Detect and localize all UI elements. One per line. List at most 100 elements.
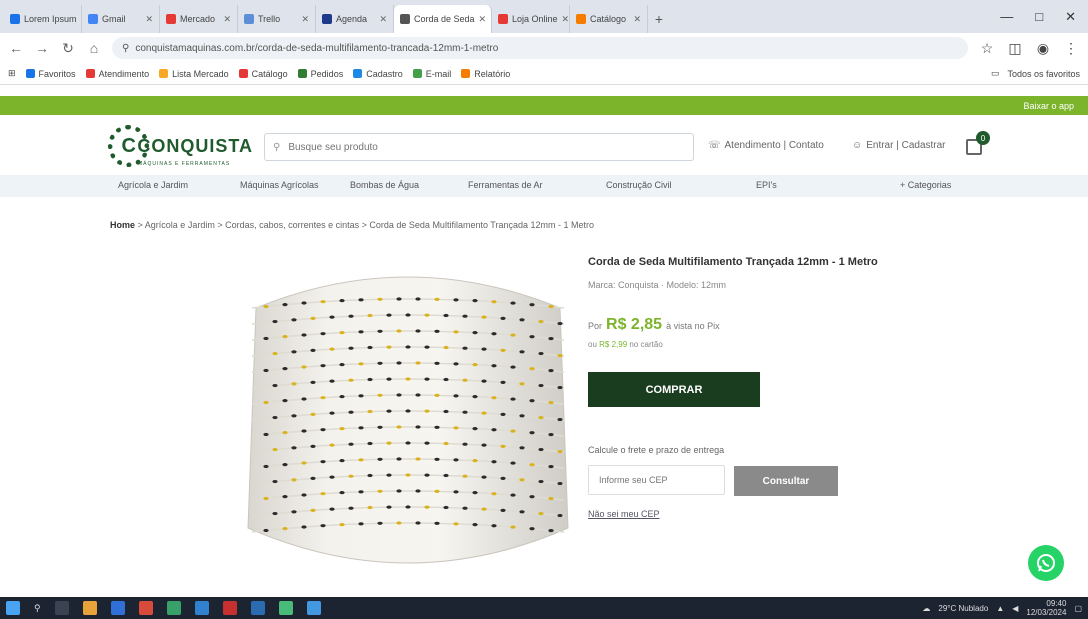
rope-fleck xyxy=(358,522,364,526)
url-field[interactable]: ⚲ conquistamaquinas.com.br/corda-de-seda… xyxy=(112,37,968,59)
support-link[interactable]: ☏ Atendimento | Contato xyxy=(708,140,824,151)
bookmark-item[interactable]: E-mail xyxy=(412,69,451,79)
rope-fleck xyxy=(386,313,392,317)
bookmark-item[interactable]: Atendimento xyxy=(85,69,149,79)
tab-close-icon[interactable]: ✕ xyxy=(145,14,153,25)
browser-tab[interactable]: Mercado ✕ xyxy=(160,5,238,33)
taskbar-search-icon[interactable]: ⚲ xyxy=(34,603,41,614)
rope-fleck xyxy=(263,336,269,341)
windows-start-icon[interactable] xyxy=(6,601,20,615)
new-tab-button[interactable]: + xyxy=(648,5,670,33)
star-icon[interactable]: ☆ xyxy=(978,40,996,57)
cart-button[interactable]: 0 xyxy=(962,131,990,159)
rope-fleck xyxy=(500,348,506,352)
apps-icon[interactable]: ⊞ xyxy=(8,68,16,79)
task-view-icon[interactable] xyxy=(54,601,69,615)
notifications-icon[interactable]: ▢ xyxy=(1074,604,1082,613)
minimize-icon[interactable]: — xyxy=(1000,9,1013,24)
extensions-icon[interactable]: ◫ xyxy=(1006,40,1024,57)
back-icon[interactable]: ← xyxy=(8,40,24,56)
home-icon[interactable]: ⌂ xyxy=(86,40,102,56)
rope-fleck xyxy=(320,364,326,368)
taskbar-app-icon[interactable] xyxy=(250,601,265,615)
rope-fleck xyxy=(329,379,335,383)
tab-close-icon[interactable]: ✕ xyxy=(562,14,569,25)
taskbar-app-icon[interactable] xyxy=(138,601,153,615)
rope-fleck xyxy=(282,526,288,531)
bookmark-item[interactable]: Pedidos xyxy=(297,69,343,79)
rope-fleck xyxy=(519,318,525,322)
category-nav-item[interactable]: + Categorias xyxy=(900,180,951,190)
menu-icon[interactable]: ⋮ xyxy=(1062,40,1080,57)
login-link[interactable]: ☺ Entrar | Cadastrar xyxy=(852,140,946,151)
category-nav-item[interactable]: Ferramentas de Ar xyxy=(468,180,543,190)
taskbar-app-icon[interactable] xyxy=(222,601,237,615)
profile-icon[interactable]: ◉ xyxy=(1034,40,1052,57)
search-input[interactable] xyxy=(288,141,669,153)
category-nav-item[interactable]: EPI's xyxy=(756,180,777,190)
rope-fleck xyxy=(291,478,297,482)
rope-fleck xyxy=(510,525,516,529)
breadcrumb-home[interactable]: Home xyxy=(110,220,135,230)
rope-fleck xyxy=(557,513,563,518)
browser-tab[interactable]: Trello ✕ xyxy=(238,5,316,33)
tab-favicon-icon xyxy=(10,14,20,24)
rope-fleck xyxy=(301,525,307,529)
taskbar-app-icon[interactable] xyxy=(110,601,125,615)
consult-button[interactable]: Consultar xyxy=(734,466,838,496)
bookmark-item[interactable]: Favoritos xyxy=(25,69,76,79)
browser-tab[interactable]: Loja Online ✕ xyxy=(492,5,570,33)
site-logo[interactable]: C CONQUISTA MÁQUINAS E FERRAMENTAS xyxy=(108,125,253,167)
bookmark-favicon-icon xyxy=(353,69,363,78)
price-row: Por R$ 2,85 à vista no Pix xyxy=(588,316,720,334)
all-bookmarks[interactable]: ▭ Todos os favoritos xyxy=(991,68,1080,79)
rope-fleck xyxy=(453,522,459,526)
category-nav-item[interactable]: Agrícola e Jardim xyxy=(118,180,188,190)
bookmark-item[interactable]: Relatório xyxy=(461,69,510,79)
browser-tab[interactable]: Agenda ✕ xyxy=(316,5,394,33)
rope-fleck xyxy=(377,297,383,301)
rope-fleck xyxy=(377,361,383,365)
network-icon[interactable]: ▲ xyxy=(996,604,1004,613)
rope-fleck xyxy=(453,298,459,302)
taskbar-app-icon[interactable] xyxy=(166,601,181,615)
browser-tab[interactable]: Lorem Ipsum✕ xyxy=(4,5,82,33)
taskbar-app-icon[interactable] xyxy=(306,601,321,615)
topbar-link[interactable]: Baixar o app xyxy=(1023,101,1074,111)
taskbar-app-icon[interactable] xyxy=(278,601,293,615)
cep-input[interactable] xyxy=(588,465,725,495)
maximize-icon[interactable]: □ xyxy=(1035,9,1043,24)
tab-close-icon[interactable]: ✕ xyxy=(479,14,487,25)
close-window-icon[interactable]: ✕ xyxy=(1065,9,1076,25)
forward-icon[interactable]: → xyxy=(34,40,50,56)
browser-tab[interactable]: Gmail ✕ xyxy=(82,5,160,33)
rope-fleck xyxy=(339,331,345,335)
taskbar-app-icon[interactable] xyxy=(194,601,209,615)
category-nav-item[interactable]: Máquinas Agrícolas xyxy=(240,180,319,190)
whatsapp-button[interactable] xyxy=(1028,545,1064,581)
tab-close-icon[interactable]: ✕ xyxy=(223,14,231,25)
tab-close-icon[interactable]: ✕ xyxy=(379,14,387,25)
tab-close-icon[interactable]: ✕ xyxy=(633,14,641,25)
volume-icon[interactable]: ◀ xyxy=(1012,604,1018,613)
bookmark-item[interactable]: Lista Mercado xyxy=(159,69,229,79)
bookmark-item[interactable]: Cadastro xyxy=(353,69,403,79)
reload-icon[interactable]: ↻ xyxy=(60,40,76,57)
taskbar-app-icon[interactable] xyxy=(82,601,97,615)
browser-tab[interactable]: Corda de Seda ✕ xyxy=(394,5,492,33)
category-nav-item[interactable]: Bombas de Água xyxy=(350,180,419,190)
buy-button[interactable]: COMPRAR xyxy=(588,372,760,407)
category-nav-item[interactable]: Construção Civil xyxy=(606,180,672,190)
search-box[interactable]: ⚲ xyxy=(264,133,694,161)
breadcrumb-path[interactable]: > Agrícola e Jardim > Cordas, cabos, cor… xyxy=(138,220,594,230)
browser-tab[interactable]: Catálogo ✕ xyxy=(570,5,648,33)
site-info-icon[interactable]: ⚲ xyxy=(122,43,129,54)
rope-fleck xyxy=(510,493,516,497)
rope-fleck xyxy=(443,473,449,478)
bookmark-item[interactable]: Catálogo xyxy=(238,69,288,79)
rope-fleck xyxy=(301,333,307,337)
tab-close-icon[interactable]: ✕ xyxy=(301,14,309,25)
rope-fleck xyxy=(386,505,392,509)
clock[interactable]: 09:40 12/03/2024 xyxy=(1026,599,1066,617)
no-cep-link[interactable]: Não sei meu CEP xyxy=(588,509,660,519)
